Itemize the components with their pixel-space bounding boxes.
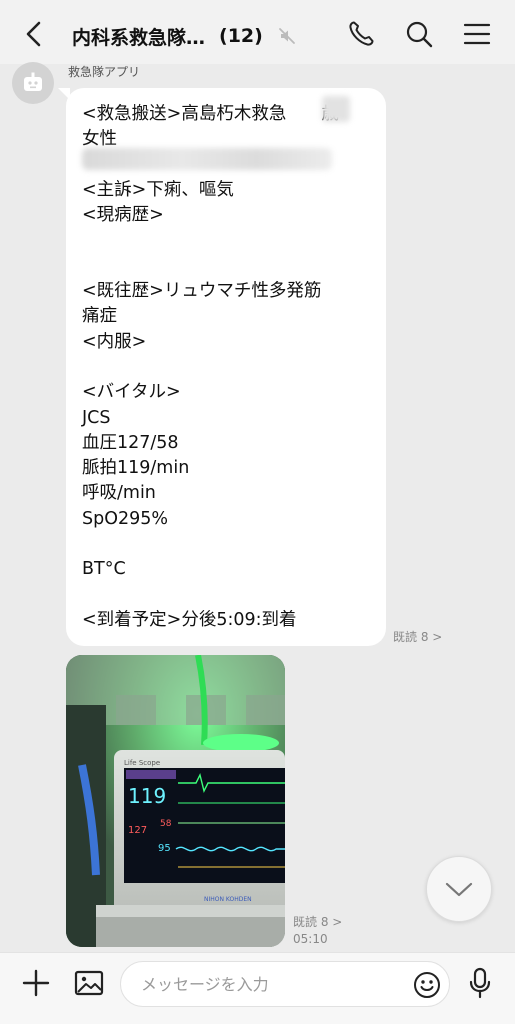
- monitor-photo: Life Scope 119 127 58 95 NIHON KOHDEN: [66, 655, 285, 947]
- bot-avatar[interactable]: [12, 62, 54, 104]
- emoji-button[interactable]: [411, 969, 443, 1001]
- muted-speaker-icon: [277, 26, 297, 46]
- image-button[interactable]: [72, 967, 106, 999]
- monitor-maker: NIHON KOHDEN: [204, 896, 252, 903]
- menu-button[interactable]: [461, 18, 493, 50]
- message-time: 05:10: [293, 932, 328, 946]
- message-composer: [0, 952, 515, 1024]
- call-button[interactable]: [345, 18, 377, 50]
- search-button[interactable]: [403, 18, 435, 50]
- microphone-icon: [469, 967, 491, 999]
- plus-icon: [22, 969, 50, 997]
- read-receipt-photo: 既読 8 >: [293, 915, 343, 929]
- chat-header: 内科系救急隊… (12): [0, 0, 515, 64]
- chat-title: 内科系救急隊…: [72, 26, 206, 49]
- image-icon: [74, 970, 104, 996]
- member-count: (12): [219, 25, 263, 47]
- monitor-bp-dia: 58: [160, 819, 172, 829]
- message-bubble[interactable]: <救急搬送>高島朽木救急 歳 女性 <主訴>下痢、嘔気 <現病歴> <既往歴>リ…: [66, 88, 386, 646]
- voice-button[interactable]: [464, 967, 496, 999]
- redacted-age: [322, 96, 350, 122]
- robot-icon: [24, 72, 42, 91]
- chevron-down-icon: [445, 882, 473, 897]
- phone-icon: [349, 21, 374, 46]
- hamburger-menu-icon: [463, 23, 491, 45]
- back-button[interactable]: [18, 18, 50, 50]
- add-button[interactable]: [20, 967, 52, 999]
- photo-message[interactable]: Life Scope 119 127 58 95 NIHON KOHDEN: [66, 655, 285, 947]
- monitor-hr: 119: [128, 784, 166, 808]
- message-input[interactable]: [141, 962, 401, 1006]
- smiley-icon: [414, 972, 440, 998]
- scroll-to-bottom-button[interactable]: [426, 856, 492, 922]
- chevron-left-icon: [26, 21, 41, 47]
- redacted-line: [82, 148, 332, 170]
- search-icon: [406, 21, 433, 48]
- monitor-brand: Life Scope: [124, 759, 160, 767]
- monitor-bp: 127: [128, 825, 147, 836]
- sender-name: 救急隊アプリ: [68, 65, 141, 79]
- monitor-spo2: 95: [158, 843, 171, 854]
- message-input-box[interactable]: [120, 961, 450, 1007]
- chat-title-area[interactable]: 内科系救急隊… (12): [72, 20, 297, 52]
- read-receipt: 既読 8 >: [393, 630, 443, 644]
